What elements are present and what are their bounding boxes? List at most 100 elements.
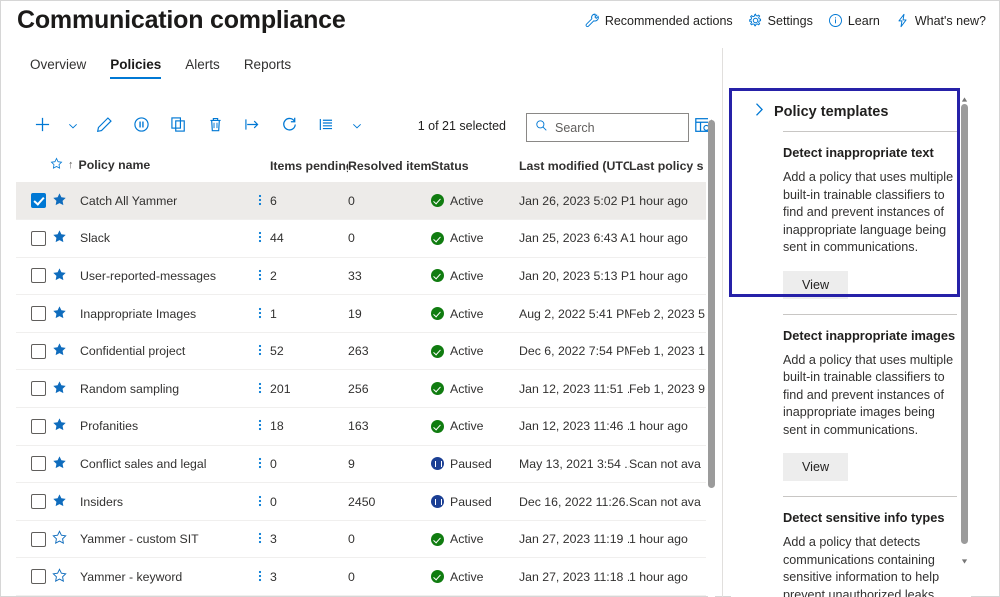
export-button[interactable] bbox=[239, 114, 265, 140]
table-row[interactable]: Confidential project 52 263 Active Dec 6, 20… bbox=[16, 332, 706, 371]
pause-button[interactable] bbox=[128, 114, 154, 140]
learn-button[interactable]: Learn bbox=[828, 13, 880, 28]
row-actions-menu[interactable] bbox=[250, 369, 271, 409]
panel-scroll-down-arrow[interactable] bbox=[961, 552, 968, 564]
whats-new-button[interactable]: What's new? bbox=[895, 13, 986, 28]
delete-button[interactable] bbox=[202, 114, 228, 140]
favorite-toggle-cell[interactable] bbox=[50, 557, 80, 597]
table-row[interactable]: Catch All Yammer 6 0 Active Jan 26, 2023 5:0… bbox=[16, 182, 706, 221]
favorite-toggle-cell[interactable] bbox=[50, 482, 80, 521]
policy-name-cell[interactable]: Random sampling bbox=[80, 369, 251, 409]
row-checkbox-cell[interactable] bbox=[16, 294, 50, 333]
row-checkbox[interactable] bbox=[31, 343, 46, 359]
tab-policies[interactable]: Policies bbox=[98, 57, 173, 79]
row-actions-menu[interactable] bbox=[250, 445, 271, 484]
policy-name-cell[interactable]: User-reported-messages bbox=[80, 257, 251, 296]
select-all-header[interactable] bbox=[16, 154, 50, 183]
view-button[interactable]: View bbox=[783, 270, 849, 299]
row-checkbox-cell[interactable] bbox=[16, 557, 50, 597]
star-filled-icon[interactable] bbox=[52, 493, 67, 511]
star-filled-icon[interactable] bbox=[52, 418, 67, 435]
table-row[interactable]: Profanities 18 163 Active Jan 12, 2023 11:46… bbox=[16, 407, 706, 446]
row-actions-menu[interactable] bbox=[250, 182, 271, 221]
row-checkbox-cell[interactable] bbox=[16, 257, 50, 296]
refresh-button[interactable] bbox=[276, 114, 302, 140]
star-filled-icon[interactable] bbox=[52, 268, 67, 285]
panel-scroll-up-arrow[interactable] bbox=[961, 90, 968, 102]
table-row[interactable]: User-reported-messages 2 33 Active Jan 20, 2… bbox=[16, 257, 706, 296]
tab-overview[interactable]: Overview bbox=[18, 57, 98, 79]
policy-name-cell[interactable]: Catch All Yammer bbox=[80, 182, 251, 221]
items-pending-header[interactable]: Items pending ... bbox=[270, 154, 349, 183]
star-outline-icon[interactable] bbox=[52, 530, 67, 548]
search-input[interactable]: Search bbox=[526, 113, 689, 142]
star-filled-icon[interactable] bbox=[52, 230, 67, 247]
favorite-toggle-cell[interactable] bbox=[50, 445, 80, 484]
row-checkbox[interactable] bbox=[31, 306, 46, 322]
row-actions-menu[interactable] bbox=[250, 332, 271, 371]
settings-button[interactable]: Settings bbox=[748, 13, 813, 28]
policy-name-cell[interactable]: Yammer - keyword bbox=[80, 557, 251, 597]
view-button[interactable]: View bbox=[783, 453, 849, 481]
star-filled-icon[interactable] bbox=[52, 456, 67, 473]
star-outline-icon[interactable] bbox=[52, 567, 67, 586]
favorite-toggle-cell[interactable] bbox=[50, 369, 80, 409]
favorite-toggle-cell[interactable] bbox=[50, 520, 80, 559]
policy-name-cell[interactable]: Confidential project bbox=[80, 332, 251, 371]
status-header[interactable]: Status bbox=[431, 154, 520, 183]
table-row[interactable]: Insiders 0 2450 Paused Dec 16, 2022 11:26...… bbox=[16, 482, 706, 521]
favorite-toggle-cell[interactable] bbox=[50, 182, 80, 221]
favorite-toggle-cell[interactable] bbox=[50, 294, 80, 333]
edit-button[interactable] bbox=[91, 114, 117, 140]
tab-alerts[interactable]: Alerts bbox=[173, 57, 232, 79]
row-checkbox-cell[interactable] bbox=[16, 332, 50, 371]
row-checkbox-cell[interactable] bbox=[16, 182, 50, 221]
policy-name-cell[interactable]: Slack bbox=[80, 219, 251, 258]
table-row[interactable]: Yammer - keyword 3 0 Active Jan 27, 2023 11:… bbox=[16, 557, 706, 597]
table-scrollbar[interactable] bbox=[705, 112, 717, 597]
row-actions-menu[interactable] bbox=[250, 257, 271, 296]
table-row[interactable]: Conflict sales and legal 0 9 Paused May 13, … bbox=[16, 445, 706, 484]
view-options-button[interactable] bbox=[313, 114, 339, 140]
row-checkbox-cell[interactable] bbox=[16, 219, 50, 258]
last-modified-header[interactable]: Last modified (UTC) bbox=[519, 154, 630, 183]
star-filled-icon[interactable] bbox=[52, 305, 67, 323]
row-checkbox[interactable] bbox=[31, 494, 46, 510]
policy-name-cell[interactable]: Conflict sales and legal bbox=[80, 445, 251, 484]
star-filled-icon[interactable] bbox=[52, 193, 67, 210]
policy-name-cell[interactable]: Inappropriate Images bbox=[80, 294, 251, 333]
table-row[interactable]: Yammer - custom SIT 3 0 Active Jan 27, 2023 … bbox=[16, 520, 706, 559]
row-actions-menu[interactable] bbox=[250, 294, 271, 333]
row-checkbox[interactable] bbox=[31, 569, 46, 585]
row-checkbox-cell[interactable] bbox=[16, 407, 50, 446]
policy-name-cell[interactable]: Yammer - custom SIT bbox=[80, 520, 251, 559]
table-scroll-up-arrow[interactable] bbox=[708, 112, 715, 124]
table-row[interactable]: Inappropriate Images 1 19 Active Aug 2, 2022… bbox=[16, 294, 706, 333]
new-policy-button[interactable] bbox=[29, 114, 55, 140]
new-policy-chevron[interactable] bbox=[66, 114, 80, 140]
row-actions-menu[interactable] bbox=[250, 557, 271, 597]
favorite-toggle-cell[interactable] bbox=[50, 332, 80, 371]
view-options-chevron[interactable] bbox=[350, 114, 364, 140]
panel-scrollbar-thumb[interactable] bbox=[961, 104, 968, 544]
table-scrollbar-thumb[interactable] bbox=[708, 120, 715, 488]
policy-name-cell[interactable]: Insiders bbox=[80, 482, 251, 521]
row-checkbox[interactable] bbox=[31, 531, 46, 547]
policy-name-cell[interactable]: Profanities bbox=[80, 407, 251, 446]
resolved-items-header[interactable]: Resolved items bbox=[348, 154, 432, 183]
star-filled-icon[interactable] bbox=[52, 343, 67, 360]
row-checkbox[interactable] bbox=[31, 381, 46, 397]
chevron-right-icon[interactable] bbox=[753, 102, 766, 122]
table-row[interactable]: Random sampling 201 256 Active Jan 12, 2023 … bbox=[16, 369, 706, 409]
row-checkbox-cell[interactable] bbox=[16, 369, 50, 409]
policy-templates-header[interactable]: Policy templates bbox=[753, 88, 957, 122]
row-checkbox[interactable] bbox=[31, 418, 46, 434]
policy-name-header[interactable]: ↑ Policy name bbox=[50, 154, 251, 183]
row-actions-menu[interactable] bbox=[250, 407, 271, 446]
copy-button[interactable] bbox=[165, 114, 191, 140]
row-checkbox[interactable] bbox=[31, 193, 46, 209]
row-actions-menu[interactable] bbox=[250, 482, 271, 521]
row-checkbox[interactable] bbox=[31, 456, 46, 472]
favorite-toggle-cell[interactable] bbox=[50, 219, 80, 258]
row-checkbox-cell[interactable] bbox=[16, 482, 50, 521]
